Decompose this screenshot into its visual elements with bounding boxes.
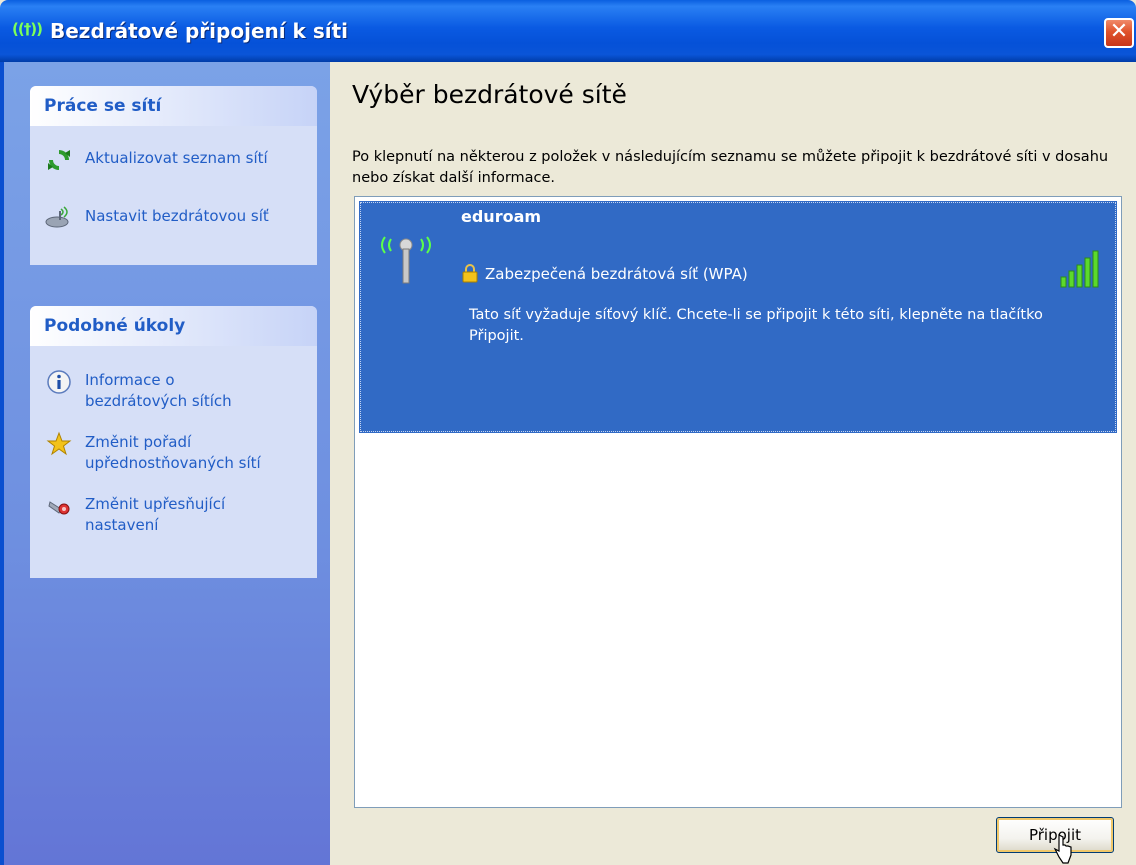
main-content: Výběr bezdrátové sítě Po klepnutí na něk…	[330, 62, 1136, 865]
network-security-label: Zabezpečená bezdrátová síť (WPA)	[485, 265, 748, 283]
signal-strength-icon	[1059, 249, 1103, 289]
close-button[interactable]: ✕	[1104, 18, 1134, 48]
task-label-line2: upřednostňovaných sítí	[85, 454, 261, 472]
task-label-line1: Změnit upřesňující	[85, 495, 226, 513]
page-title: Výběr bezdrátové sítě	[352, 80, 627, 109]
network-name: eduroam	[461, 207, 542, 226]
instructions-text: Po klepnutí na některou z položek v násl…	[352, 149, 1109, 186]
refresh-icon	[45, 147, 73, 175]
network-detail-text: Tato síť vyžaduje síťový klíč. Chcete-li…	[469, 307, 1043, 344]
network-tasks-panel: Práce se sítí Aktualizovat seznam sítí N…	[30, 86, 317, 265]
network-tasks-header[interactable]: Práce se sítí	[30, 86, 317, 126]
close-icon: ✕	[1109, 19, 1129, 44]
task-label-line1: Změnit pořadí	[85, 433, 192, 451]
task-label-line2: nastavení	[85, 516, 159, 534]
task-pane: Práce se sítí Aktualizovat seznam sítí N…	[0, 62, 330, 865]
network-list[interactable]: eduroam Zabezpečená bezdrátová síť (WPA)	[354, 196, 1122, 808]
related-tasks-header[interactable]: Podobné úkoly	[30, 306, 317, 346]
star-icon	[45, 431, 73, 459]
task-change-preferred-order[interactable]: Změnit pořadí upřednostňovaných sítí	[30, 431, 317, 474]
related-tasks-panel: Podobné úkoly Informace o bezdrátových s…	[30, 306, 317, 578]
task-label-line2: bezdrátových sítích	[85, 392, 232, 410]
lock-icon	[461, 263, 479, 283]
task-change-advanced-settings[interactable]: Změnit upřesňující nastavení	[30, 494, 317, 536]
window-title: Bezdrátové připojení k síti	[50, 19, 348, 43]
wireless-setup-icon	[45, 205, 73, 233]
task-label-line1: Informace o	[85, 371, 175, 389]
title-bar[interactable]: ((†)) Bezdrátové připojení k síti ✕	[0, 0, 1136, 62]
wireless-network-icon: ((†))	[12, 20, 43, 38]
info-icon	[45, 369, 73, 397]
mouse-cursor-icon	[1052, 833, 1074, 865]
wireless-network-window: ((†)) Bezdrátové připojení k síti ✕ Prác…	[0, 0, 1136, 865]
task-refresh-network-list[interactable]: Aktualizovat seznam sítí	[30, 148, 317, 170]
task-wireless-info[interactable]: Informace o bezdrátových sítích	[30, 370, 317, 412]
task-label: Aktualizovat seznam sítí	[85, 149, 268, 167]
task-setup-wireless-network[interactable]: Nastavit bezdrátovou síť	[30, 206, 317, 228]
network-item-selected[interactable]: eduroam Zabezpečená bezdrátová síť (WPA)	[359, 201, 1117, 433]
antenna-icon	[371, 219, 441, 289]
settings-icon	[45, 493, 73, 521]
task-label: Nastavit bezdrátovou síť	[85, 207, 269, 225]
